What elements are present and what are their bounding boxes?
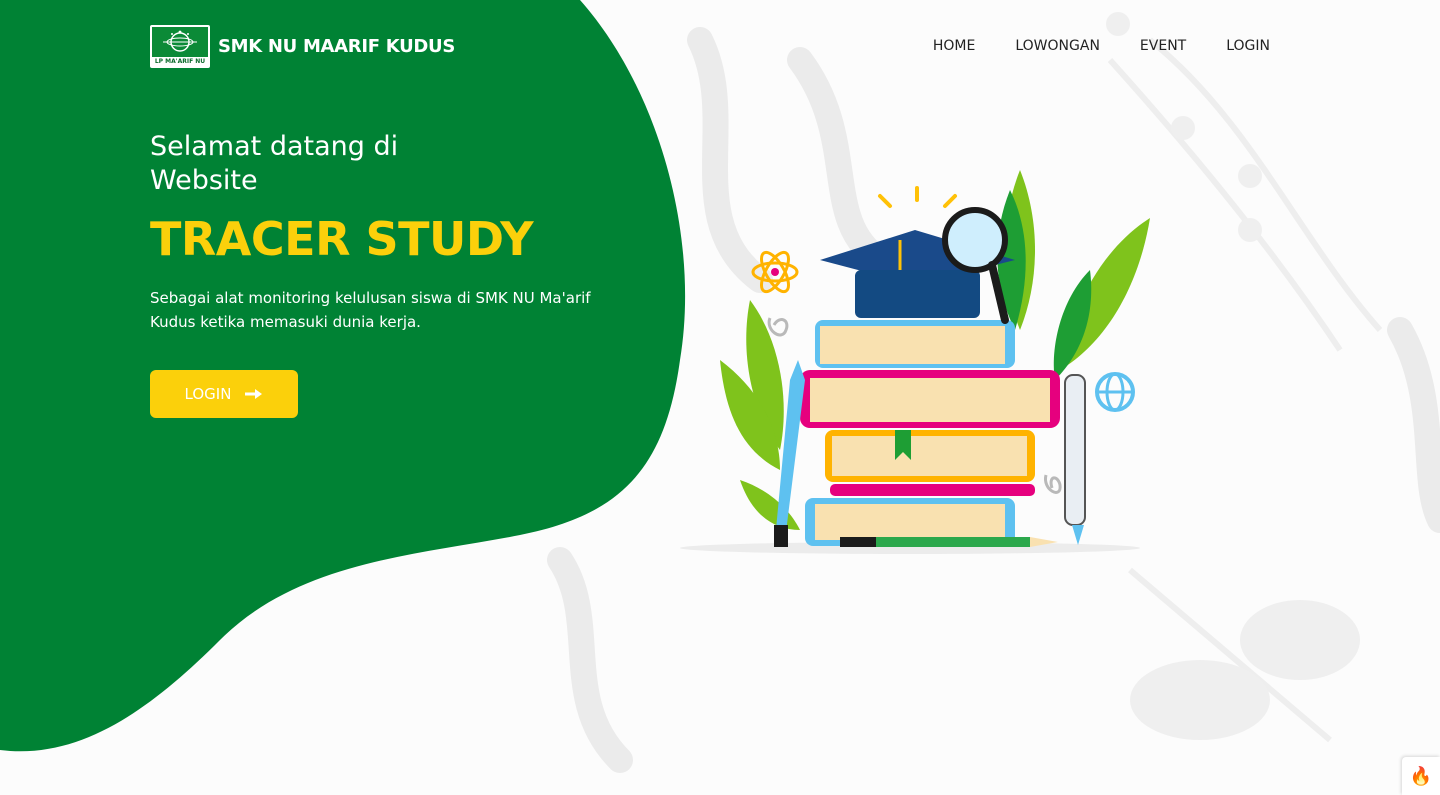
hero-section: Selamat datang di Website TRACER STUDY S… [150, 130, 630, 418]
school-logo: LP MA'ARIF NU [150, 24, 210, 68]
books-illustration [680, 170, 1150, 554]
nav-login[interactable]: LOGIN [1226, 38, 1270, 54]
nav-event[interactable]: EVENT [1140, 38, 1186, 54]
brand[interactable]: LP MA'ARIF NU SMK NU MAARIF KUDUS [150, 24, 456, 68]
main-nav: HOME LOWONGAN EVENT LOGIN [933, 38, 1270, 54]
hero-welcome: Selamat datang di Website [150, 131, 399, 196]
hero-login-button[interactable]: LOGIN [150, 370, 298, 418]
flame-icon[interactable]: 🔥 [1402, 757, 1440, 795]
login-button-label: LOGIN [184, 385, 232, 403]
nav-home[interactable]: HOME [933, 38, 975, 54]
hero-title: TRACER STUDY [150, 212, 534, 266]
hero-description: Sebagai alat monitoring kelulusan siswa … [150, 289, 591, 331]
nu-logo-icon [152, 26, 208, 57]
nav-lowongan[interactable]: LOWONGAN [1015, 38, 1100, 54]
logo-text: LP MA'ARIF NU [154, 57, 206, 65]
arrow-right-icon [245, 389, 263, 399]
header: LP MA'ARIF NU SMK NU MAARIF KUDUS HOME L… [150, 24, 1270, 68]
brand-name: SMK NU MAARIF KUDUS [218, 35, 456, 57]
